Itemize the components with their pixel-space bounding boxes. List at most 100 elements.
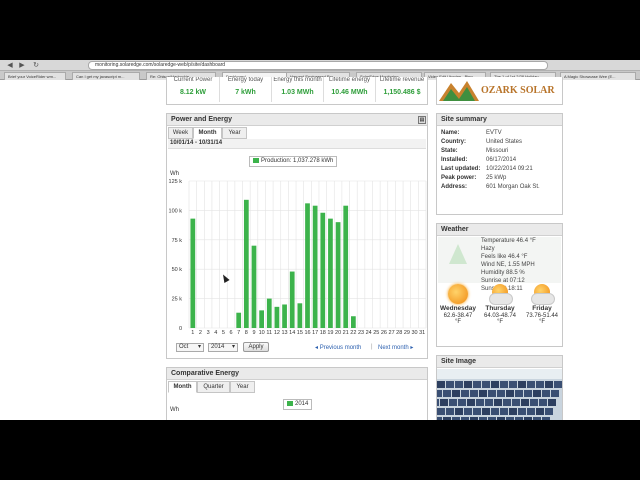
solar-panel xyxy=(506,417,514,420)
forward-icon[interactable]: ▶ xyxy=(16,61,28,70)
browser-screen: ◀ ▶ ↻ monitoring.solaredge.com/solaredge… xyxy=(0,60,640,420)
solar-panel xyxy=(437,399,439,406)
back-icon[interactable]: ◀ xyxy=(4,61,16,70)
summary-label: State: xyxy=(441,148,458,154)
solar-panel xyxy=(503,399,511,406)
bar-day-19 xyxy=(328,218,333,328)
bar-day-14 xyxy=(289,271,295,328)
solar-panel xyxy=(437,408,445,415)
x-tick-label: 5 xyxy=(222,330,225,336)
solar-panel xyxy=(491,408,499,415)
tab-week[interactable]: Week xyxy=(168,127,193,139)
print-icon[interactable]: ▤ xyxy=(418,116,426,124)
x-tick-label: 10 xyxy=(259,330,265,336)
x-tick-label: 26 xyxy=(381,330,387,336)
solar-panel xyxy=(527,381,535,388)
summary-value: EVTV xyxy=(486,130,502,136)
x-tick-label: 15 xyxy=(297,330,303,336)
browser-tab[interactable]: Brief your VoiceRider wm... xyxy=(4,72,66,80)
kpi-lifetime-energy: Lifetime energy 10.46 MWh xyxy=(323,77,375,102)
x-tick-label: 22 xyxy=(350,330,356,336)
solar-panel xyxy=(554,381,562,388)
legend-swatch xyxy=(253,157,259,163)
tab-year[interactable]: Year xyxy=(222,127,247,139)
solar-panel xyxy=(455,381,463,388)
weather-temperature: Temperature 46.4 °F xyxy=(481,238,536,244)
bar-day-15 xyxy=(297,303,303,328)
solar-panel xyxy=(452,390,460,397)
solar-panel xyxy=(488,417,496,420)
browser-tab[interactable]: Can I get my javascript m... xyxy=(72,72,140,80)
previous-month-link[interactable]: ◂ Previous month xyxy=(315,344,361,351)
solar-panel xyxy=(536,408,544,415)
tab-month[interactable]: Month xyxy=(168,381,197,393)
chart-y-label: Wh xyxy=(170,171,179,177)
month-select[interactable]: Oct ▾ xyxy=(176,343,204,352)
forecast-day: Friday 73.76-51.44 °F xyxy=(521,284,562,325)
forecast-unit: °F xyxy=(454,319,462,325)
x-tick-label: 19 xyxy=(327,330,333,336)
partly-cloudy-icon xyxy=(489,284,513,305)
bar-day-9 xyxy=(251,245,257,328)
x-tick-label: 13 xyxy=(282,330,288,336)
solar-panel xyxy=(512,399,520,406)
bar-day-18 xyxy=(320,212,326,328)
kpi-energy-month: Energy this month 1.03 MWh xyxy=(271,77,323,102)
solar-panel xyxy=(464,408,472,415)
tab-quarter[interactable]: Quarter xyxy=(197,381,230,393)
legend-swatch xyxy=(287,400,293,406)
legend-label: 2014 xyxy=(295,401,309,407)
sunny-icon xyxy=(448,284,468,304)
solar-array-photo xyxy=(437,369,562,420)
solar-panel xyxy=(449,399,457,406)
weather-wind: Wind NE, 1.55 MPH xyxy=(481,262,535,268)
tab-month[interactable]: Month xyxy=(193,127,222,139)
logo-text: OZARK SOLAR xyxy=(481,85,555,96)
kpi-value: 7 kWh xyxy=(235,89,256,96)
haze-tree-icon xyxy=(449,244,467,264)
solar-panel xyxy=(536,381,544,388)
chevron-right-icon: ▸ xyxy=(410,345,414,351)
solar-panel xyxy=(470,390,478,397)
solar-panel xyxy=(518,408,526,415)
weather-panel: Weather Temperature 46.4 °F Hazy Feels l… xyxy=(436,223,563,347)
mountain-logo-icon xyxy=(439,81,479,101)
solar-panel xyxy=(527,408,535,415)
bar-day-12 xyxy=(274,306,280,328)
comparative-energy-panel: Comparative Energy Month Quarter Year 20… xyxy=(166,367,428,420)
next-month-link[interactable]: Next month ▸ xyxy=(378,344,413,351)
solar-panel xyxy=(533,390,541,397)
bar-day-7 xyxy=(236,312,242,328)
partly-cloudy-icon xyxy=(531,284,555,305)
x-tick-label: 17 xyxy=(312,330,318,336)
solar-panel xyxy=(497,417,505,420)
browser-tab[interactable]: A Magic Showcase Wee (E... xyxy=(560,72,636,80)
y-tick-label: 50 k xyxy=(172,267,183,273)
summary-label: Installed: xyxy=(441,157,468,163)
solar-panel xyxy=(491,381,499,388)
solar-panel xyxy=(533,417,541,420)
bar-day-8 xyxy=(243,199,249,328)
bar-day-13 xyxy=(282,304,287,328)
summary-row-country: Country: United States xyxy=(441,138,522,146)
bar-day-10 xyxy=(259,310,264,328)
bar-day-17 xyxy=(312,205,318,328)
solar-panel xyxy=(551,390,559,397)
forecast-unit: °F xyxy=(496,319,504,325)
kpi-value: 8.12 kW xyxy=(179,89,207,96)
x-tick-label: 30 xyxy=(411,330,417,336)
x-tick-label: 12 xyxy=(274,330,280,336)
summary-row-state: State: Missouri xyxy=(441,147,508,155)
reload-icon[interactable]: ↻ xyxy=(30,61,42,70)
apply-button[interactable]: Apply xyxy=(243,342,269,352)
solar-panel xyxy=(506,390,514,397)
tab-year[interactable]: Year xyxy=(230,381,255,393)
solar-panel xyxy=(488,390,496,397)
x-tick-label: 14 xyxy=(289,330,295,336)
solar-panel xyxy=(545,381,553,388)
address-bar[interactable]: monitoring.solaredge.com/solaredge-web/p… xyxy=(88,61,548,70)
solar-panel xyxy=(464,381,472,388)
solar-panel xyxy=(542,417,550,420)
x-tick-label: 29 xyxy=(404,330,410,336)
year-select[interactable]: 2014 ▾ xyxy=(208,343,238,352)
